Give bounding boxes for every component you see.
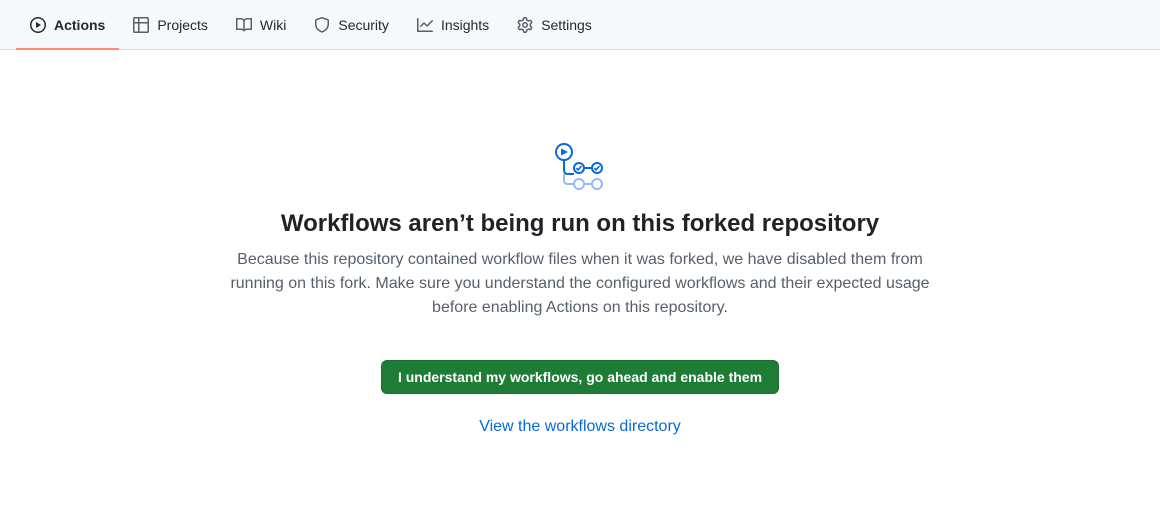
tab-label: Wiki	[260, 17, 286, 33]
tab-wiki[interactable]: Wiki	[222, 2, 300, 50]
workflow-hero-icon	[552, 140, 608, 196]
book-icon	[236, 17, 252, 33]
enable-workflows-button[interactable]: I understand my workflows, go ahead and …	[381, 360, 779, 394]
shield-icon	[314, 17, 330, 33]
tab-settings[interactable]: Settings	[503, 2, 606, 50]
tab-insights[interactable]: Insights	[403, 2, 503, 50]
repo-tabnav: Actions Projects Wiki Security Insights …	[0, 0, 1160, 50]
tab-label: Settings	[541, 17, 592, 33]
view-workflows-directory-link[interactable]: View the workflows directory	[190, 418, 970, 436]
gear-icon	[517, 17, 533, 33]
tab-label: Projects	[157, 17, 208, 33]
tab-projects[interactable]: Projects	[119, 2, 222, 50]
tab-label: Insights	[441, 17, 489, 33]
tab-label: Security	[338, 17, 389, 33]
tab-security[interactable]: Security	[300, 2, 403, 50]
blankslate: Workflows aren’t being run on this forke…	[190, 50, 970, 436]
graph-icon	[417, 17, 433, 33]
blankslate-subtext: Because this repository contained workfl…	[230, 248, 930, 320]
table-icon	[133, 17, 149, 33]
blankslate-headline: Workflows aren’t being run on this forke…	[190, 210, 970, 238]
tab-actions[interactable]: Actions	[16, 2, 119, 50]
tab-label: Actions	[54, 17, 105, 33]
play-circle-icon	[30, 17, 46, 33]
